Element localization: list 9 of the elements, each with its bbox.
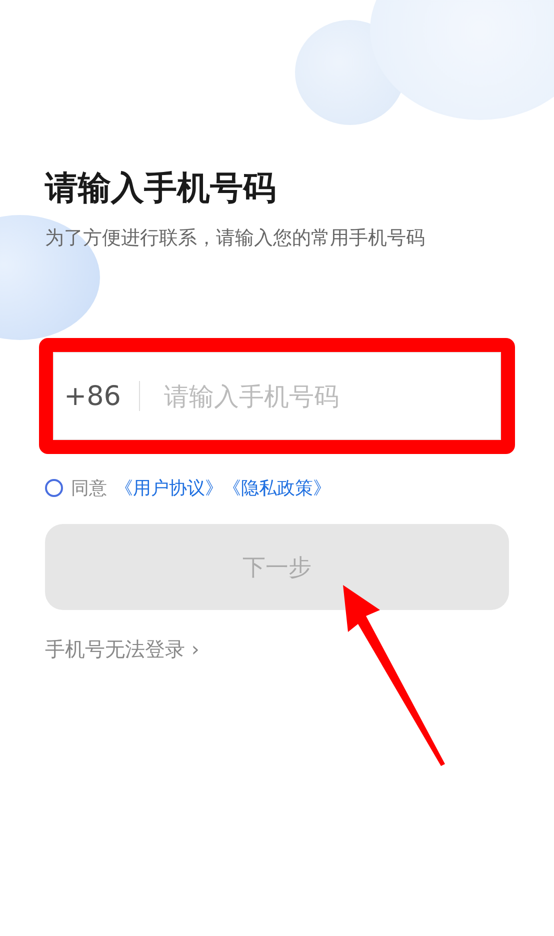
help-link[interactable]: 手机号无法登录 › (45, 636, 200, 663)
agree-radio[interactable] (45, 479, 63, 497)
subtitle: 为了方便进行联系，请输入您的常用手机号码 (45, 226, 426, 251)
policy-link[interactable]: 《隐私政策》 (223, 476, 331, 500)
agree-label: 同意 (71, 477, 107, 500)
phone-field[interactable]: +86 请输入手机号码 (53, 352, 501, 440)
policy-link[interactable]: 《用户协议》 (115, 476, 223, 500)
page-title: 请输入手机号码 (45, 167, 277, 209)
country-code[interactable]: +86 (64, 380, 139, 412)
